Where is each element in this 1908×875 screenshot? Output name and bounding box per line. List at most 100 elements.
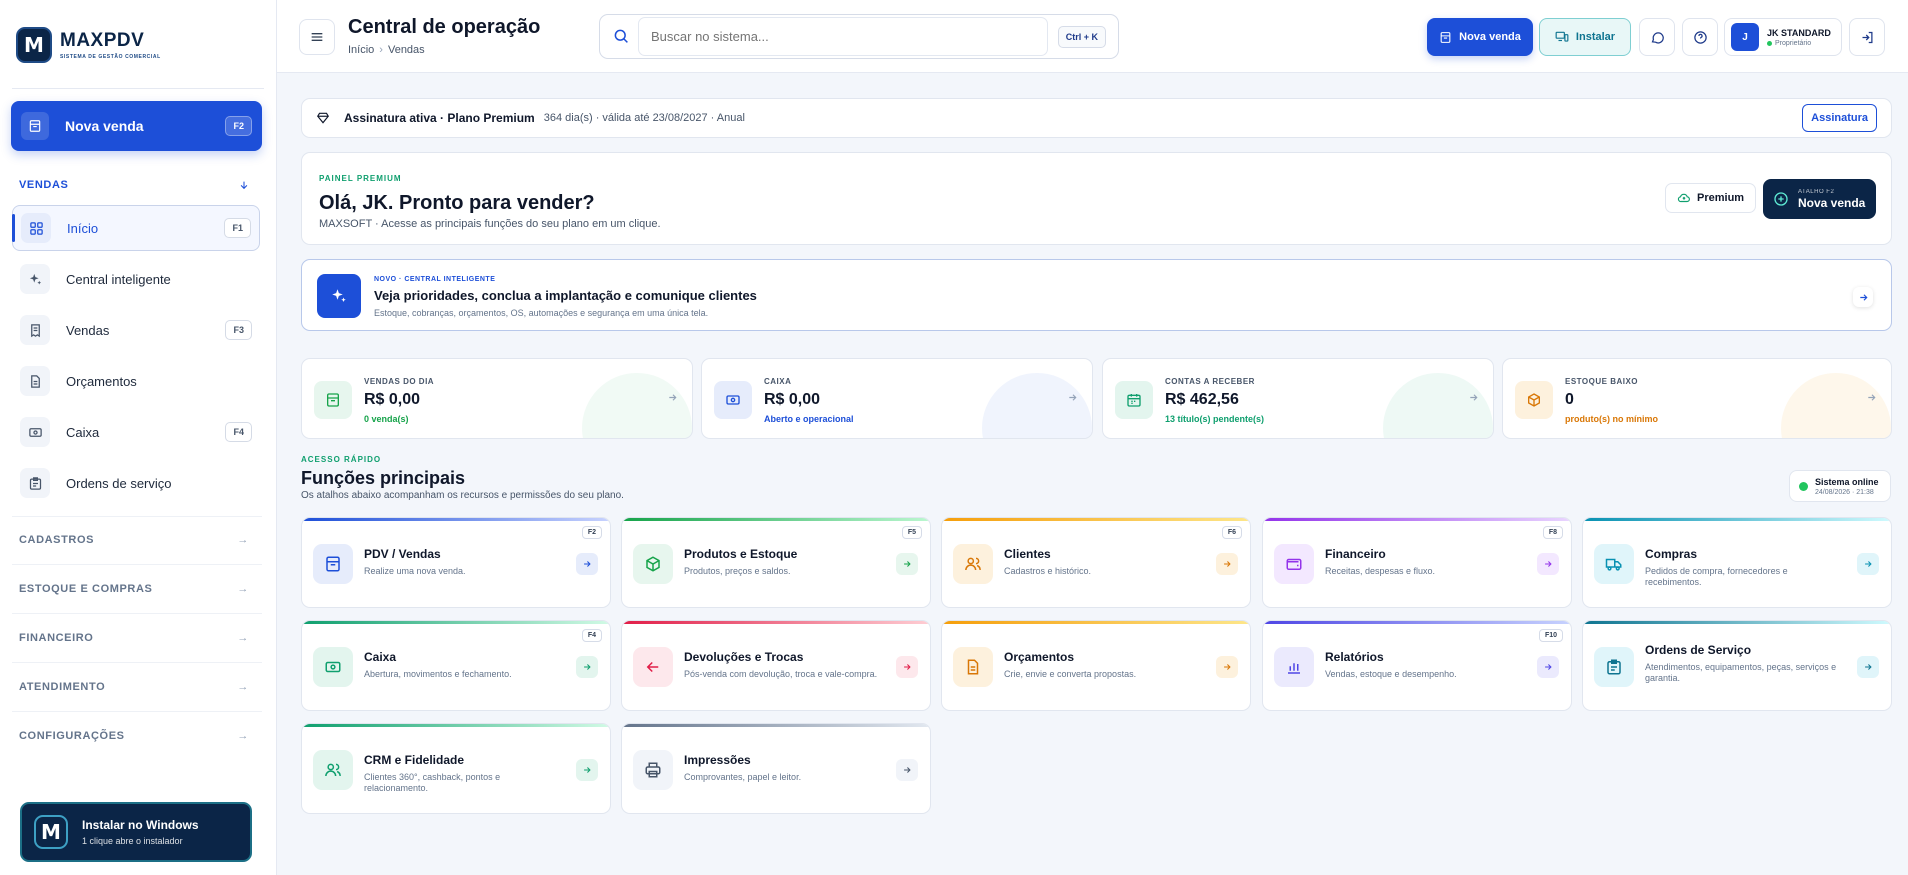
tile-caixa[interactable]: F4 Caixa Abertura, movimentos e fechamen… <box>301 620 611 711</box>
section-atendimento[interactable]: ATENDIMENTO → <box>19 681 249 693</box>
arrow-right-icon: → <box>237 583 249 595</box>
quick-title: Funções principais <box>301 468 466 488</box>
kpi-contas-a-receber[interactable]: CONTAS A RECEBER R$ 462,56 13 título(s) … <box>1102 358 1494 439</box>
brand-logo: M <box>16 27 52 63</box>
arrow-right-icon <box>667 392 678 403</box>
chat-button[interactable] <box>1639 18 1675 56</box>
brand[interactable]: M MAXPDV SISTEMA DE GESTÃO COMERCIAL <box>16 27 161 63</box>
section-cadastros[interactable]: CADASTROS → <box>19 534 249 546</box>
tile-clientes[interactable]: F6 Clientes Cadastros e histórico. <box>941 517 1251 608</box>
kpi-vendas-do-dia[interactable]: VENDAS DO DIA R$ 0,00 0 venda(s) <box>301 358 693 439</box>
tile-impressoes[interactable]: Impressões Comprovantes, papel e leitor. <box>621 723 931 814</box>
sidebar-item-orcamentos[interactable]: Orçamentos <box>12 358 260 404</box>
sidebar-new-sale-button[interactable]: Nova venda F2 <box>11 101 262 151</box>
clipboard-icon <box>20 468 50 498</box>
sidebar-item-central-inteligente[interactable]: Central inteligente <box>12 256 260 302</box>
cart-icon <box>314 381 352 419</box>
search-icon <box>612 27 630 45</box>
help-button[interactable] <box>1682 18 1718 56</box>
system-status: Sistema online 24/08/2026 · 21:38 <box>1789 470 1891 502</box>
tile-compras[interactable]: Compras Pedidos de compra, fornecedores … <box>1582 517 1892 608</box>
section-financeiro[interactable]: FINANCEIRO → <box>19 632 249 644</box>
menu-toggle-button[interactable] <box>299 19 335 55</box>
clipboard-icon <box>1594 647 1634 687</box>
sidebar-item-inicio[interactable]: Início F1 <box>12 205 260 251</box>
cart-icon <box>21 112 49 140</box>
logout-button[interactable] <box>1849 18 1885 56</box>
arrow-right-icon <box>1216 656 1238 678</box>
intel-title: Veja prioridades, conclua a implantação … <box>374 288 757 303</box>
section-vendas[interactable]: VENDAS <box>19 179 249 191</box>
arrow-right-icon <box>1857 553 1879 575</box>
tile-orcamentos[interactable]: Orçamentos Crie, envie e converta propos… <box>941 620 1251 711</box>
divider <box>12 662 262 663</box>
package-icon <box>633 544 673 584</box>
quick-subtitle: Os atalhos abaixo acompanham os recursos… <box>301 490 624 501</box>
intel-kicker: NOVO · CENTRAL INTELIGENTE <box>374 276 496 283</box>
tile-pdv-vendas[interactable]: F2 PDV / Vendas Realize uma nova venda. <box>301 517 611 608</box>
arrow-right-icon <box>576 656 598 678</box>
kpi-estoque-baixo[interactable]: ESTOQUE BAIXO 0 produto(s) no mínimo <box>1502 358 1892 439</box>
logout-icon <box>1860 30 1875 45</box>
header-new-sale-button[interactable]: Nova venda <box>1427 18 1533 56</box>
users-icon <box>953 544 993 584</box>
tile-relatorios[interactable]: F10 Relatórios Vendas, estoque e desempe… <box>1262 620 1572 711</box>
user-menu[interactable]: J JK STANDARD Proprietário <box>1724 18 1842 56</box>
arrow-right-icon[interactable] <box>1853 287 1873 307</box>
receipt-icon <box>20 315 50 345</box>
arrow-right-icon <box>1067 392 1078 403</box>
tile-financeiro[interactable]: F8 Financeiro Receitas, despesas e fluxo… <box>1262 517 1572 608</box>
subscription-button[interactable]: Assinatura <box>1802 104 1877 132</box>
cart-icon <box>313 544 353 584</box>
avatar: J <box>1731 23 1759 51</box>
user-role: Proprietário <box>1775 39 1812 47</box>
header-install-button[interactable]: Instalar <box>1539 18 1631 56</box>
subscription-title: Assinatura ativa · Plano Premium <box>344 111 535 125</box>
arrow-right-icon <box>1468 392 1479 403</box>
breadcrumb-item[interactable]: Vendas <box>388 44 425 56</box>
section-estoque-e-compras[interactable]: ESTOQUE E COMPRAS → <box>19 583 249 595</box>
arrow-left-icon <box>633 647 673 687</box>
tile-produtos-e-estoque[interactable]: F5 Produtos e Estoque Produtos, preços e… <box>621 517 931 608</box>
printer-icon <box>633 750 673 790</box>
sidebar: M MAXPDV SISTEMA DE GESTÃO COMERCIAL Nov… <box>0 0 277 875</box>
sidebar-item-vendas[interactable]: Vendas F3 <box>12 307 260 353</box>
intel-banner[interactable]: NOVO · CENTRAL INTELIGENTE Veja priorida… <box>301 259 1892 331</box>
welcome-kicker: PAINEL PREMIUM <box>319 174 402 183</box>
subscription-bar: Assinatura ativa · Plano Premium 364 dia… <box>301 98 1892 138</box>
premium-button[interactable]: Premium <box>1665 183 1757 213</box>
breadcrumb: Início › Vendas <box>348 44 425 56</box>
grid-icon <box>21 213 51 243</box>
sidebar-item-caixa[interactable]: Caixa F4 <box>12 409 260 455</box>
breadcrumb-item[interactable]: Início <box>348 44 374 56</box>
truck-icon <box>1594 544 1634 584</box>
document-icon <box>20 366 50 396</box>
arrow-right-icon <box>896 553 918 575</box>
arrow-right-icon: → <box>237 534 249 546</box>
calendar-icon <box>1115 381 1153 419</box>
kpi-value: R$ 0,00 <box>364 391 421 408</box>
sparkles-icon <box>317 274 361 318</box>
cloud-icon <box>1677 191 1691 205</box>
section-configuracoes[interactable]: CONFIGURAÇÕES → <box>19 730 249 742</box>
online-dot <box>1767 40 1772 46</box>
kpi-value: 0 <box>1565 391 1574 408</box>
subscription-detail: 364 dia(s) · válida até 23/08/2027 · Anu… <box>543 112 745 124</box>
kpi-value: R$ 0,00 <box>764 391 821 408</box>
sidebar-item-ordens-de-servico[interactable]: Ordens de serviço <box>12 460 260 506</box>
shortcut-badge: F2 <box>225 116 252 136</box>
cash-icon <box>20 417 50 447</box>
tile-devolucoes-e-trocas[interactable]: Devoluções e Trocas Pós-venda com devolu… <box>621 620 931 711</box>
tile-ordens-de-servico[interactable]: Ordens de Serviço Atendimentos, equipame… <box>1582 620 1892 711</box>
search-input[interactable] <box>638 17 1048 56</box>
arrow-right-icon <box>896 759 918 781</box>
welcome-subtitle: MAXSOFT · Acesse as principais funções d… <box>319 218 661 230</box>
plus-circle-icon <box>1773 191 1789 207</box>
kpi-caixa[interactable]: CAIXA R$ 0,00 Aberto e operacional <box>701 358 1093 439</box>
hero-new-sale-button[interactable]: ATALHO F2 Nova venda <box>1763 179 1876 219</box>
arrow-right-icon <box>1537 553 1559 575</box>
arrow-right-icon <box>1857 656 1879 678</box>
tile-crm-e-fidelidade[interactable]: CRM e Fidelidade Clientes 360°, cashback… <box>301 723 611 814</box>
install-windows-card[interactable]: M Instalar no Windows 1 clique abre o in… <box>20 802 252 862</box>
arrow-right-icon <box>1537 656 1559 678</box>
